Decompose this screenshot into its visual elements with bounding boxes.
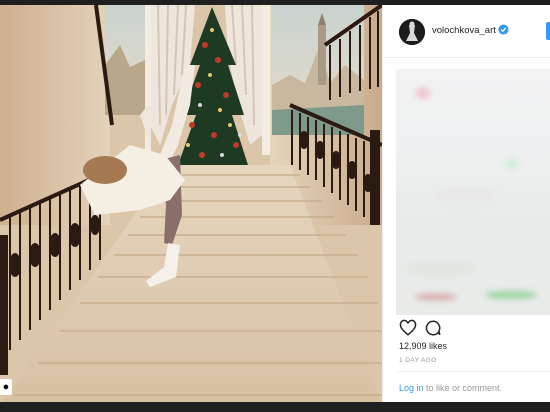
post-photo[interactable]: ● (0, 5, 382, 402)
username-link[interactable]: volochkova_art (432, 25, 496, 36)
avatar-image (399, 19, 425, 45)
likes-count[interactable]: 12,909 likes (399, 341, 447, 351)
post-sidebar: volochkova_art 12,909 likes 1 DAY AGO Lo… (382, 5, 550, 402)
post-timestamp[interactable]: 1 DAY AGO (399, 357, 437, 364)
staircase-photo-image (0, 5, 382, 402)
post-header: volochkova_art (383, 5, 550, 58)
login-prompt: Log in to like or comment. (399, 383, 502, 393)
instagram-post: ● volochkova_art 12,909 likes 1 DAY AGO … (0, 5, 550, 402)
login-prompt-text: to like or comment. (423, 383, 503, 393)
blurred-comments-area (396, 69, 550, 315)
heart-icon[interactable] (399, 319, 417, 337)
login-link[interactable]: Log in (399, 383, 424, 393)
divider (397, 371, 550, 372)
follow-button[interactable] (546, 22, 550, 40)
comment-icon[interactable] (424, 319, 442, 337)
avatar[interactable] (399, 19, 425, 45)
post-actions (399, 319, 459, 337)
verified-badge-icon (498, 24, 509, 35)
person-tag-icon[interactable]: ● (0, 379, 12, 395)
